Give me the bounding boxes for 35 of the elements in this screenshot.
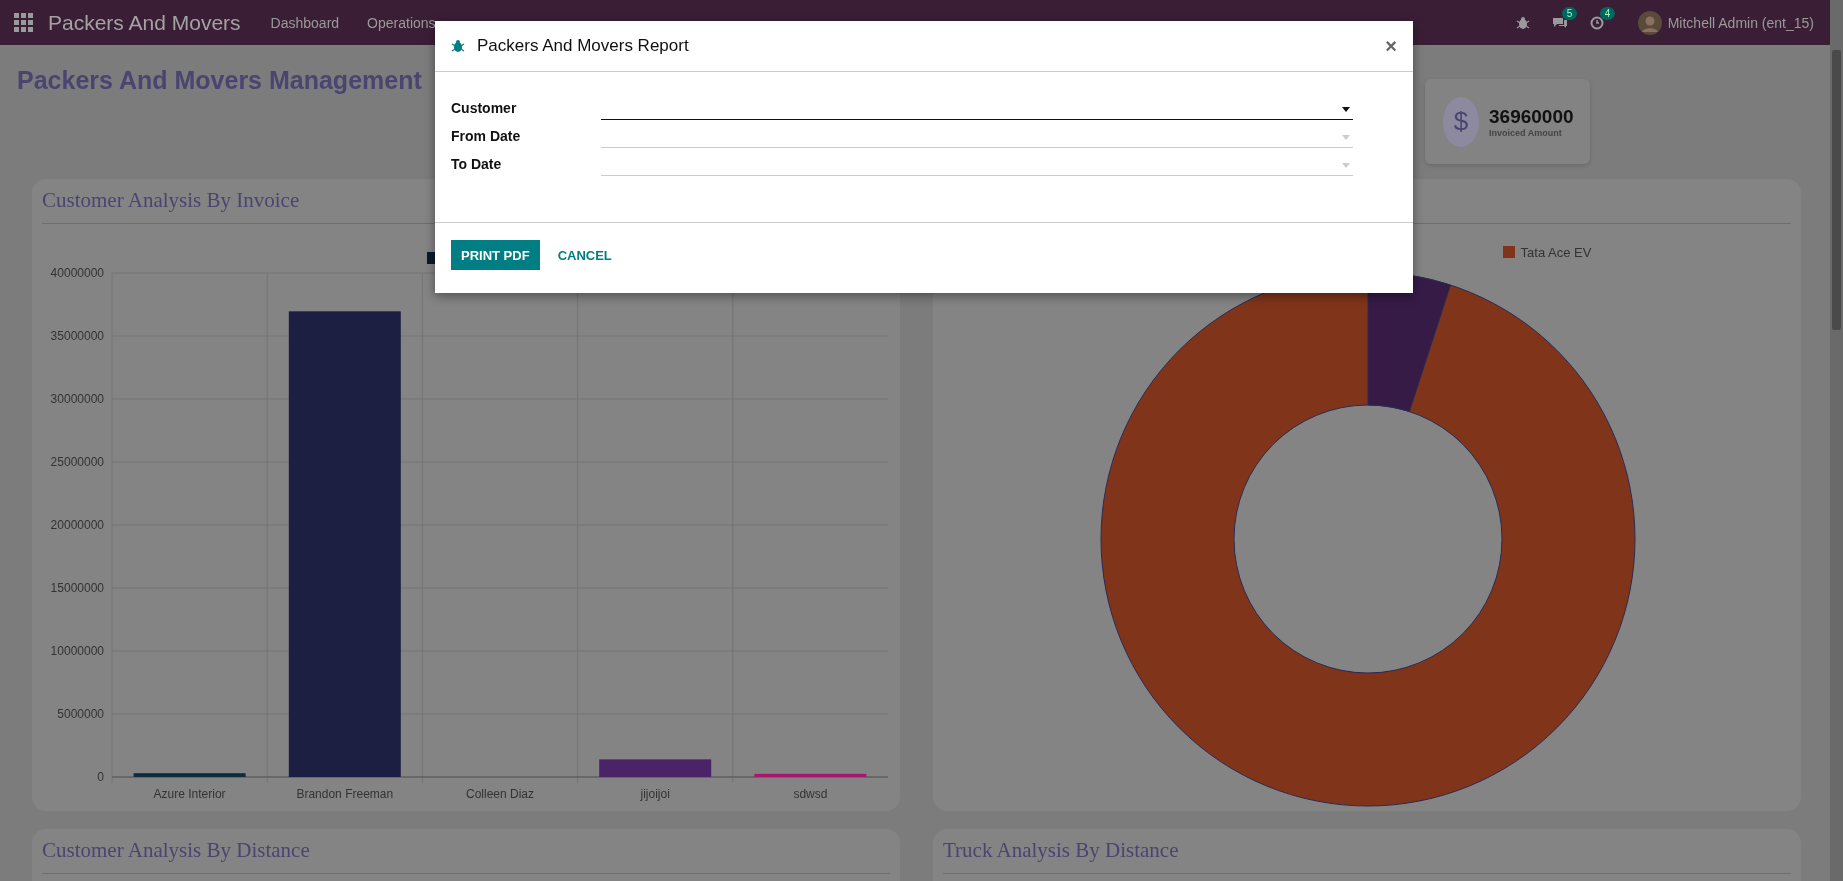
axis-tick-label: 15000000	[50, 581, 104, 595]
axis-tick-label: 20000000	[50, 518, 104, 532]
menu-item[interactable]: Operations	[367, 14, 436, 31]
axis-tick-label: 30000000	[50, 392, 104, 406]
field-label: To Date	[451, 156, 503, 174]
category-label: Colleen Diaz	[466, 787, 534, 801]
axis-tick-label: 25000000	[50, 455, 104, 469]
notification-badge: 5	[1561, 6, 1578, 20]
kpi-value: 36960000	[1489, 105, 1574, 128]
user-name[interactable]: Mitchell Admin (ent_15)	[1667, 14, 1814, 31]
field-label: From Date	[451, 128, 522, 146]
axis-tick-label: 5000000	[57, 707, 104, 721]
category-label: sdwsd	[793, 787, 828, 801]
print-pdf-button[interactable]: PRINT PDF	[451, 240, 540, 270]
category-label: jijoijoi	[640, 787, 670, 801]
axis-tick-label: 35000000	[50, 329, 104, 343]
notification-badge: 4	[1599, 6, 1616, 20]
kpi-label: Invoiced Amount	[1489, 127, 1563, 138]
app-name[interactable]: Packers And Movers	[48, 10, 241, 35]
category-label: Azure Interior	[153, 787, 226, 801]
axis-tick-label: 10000000	[50, 644, 104, 658]
category-label: Brandon Freeman	[296, 787, 394, 801]
menu-item[interactable]: Dashboard	[270, 14, 340, 31]
close-button[interactable]: ×	[1385, 34, 1397, 58]
field-label: Customer	[451, 100, 518, 118]
dollar-icon: $	[1443, 96, 1479, 147]
axis-tick-label: 40000000	[50, 266, 104, 280]
axis-tick-label: 0	[97, 770, 104, 784]
legend-label: Tata Ace EV	[1520, 244, 1592, 260]
card-title: Customer Analysis By Invoice	[42, 188, 300, 212]
dialog-title: Packers And Movers Report	[477, 36, 690, 56]
page-title: Packers And Movers Management	[17, 66, 422, 95]
card-title: Customer Analysis By Distance	[42, 838, 310, 862]
cancel-button[interactable]: CANCEL	[555, 240, 614, 270]
card-title: Truck Analysis By Distance	[943, 838, 1179, 862]
